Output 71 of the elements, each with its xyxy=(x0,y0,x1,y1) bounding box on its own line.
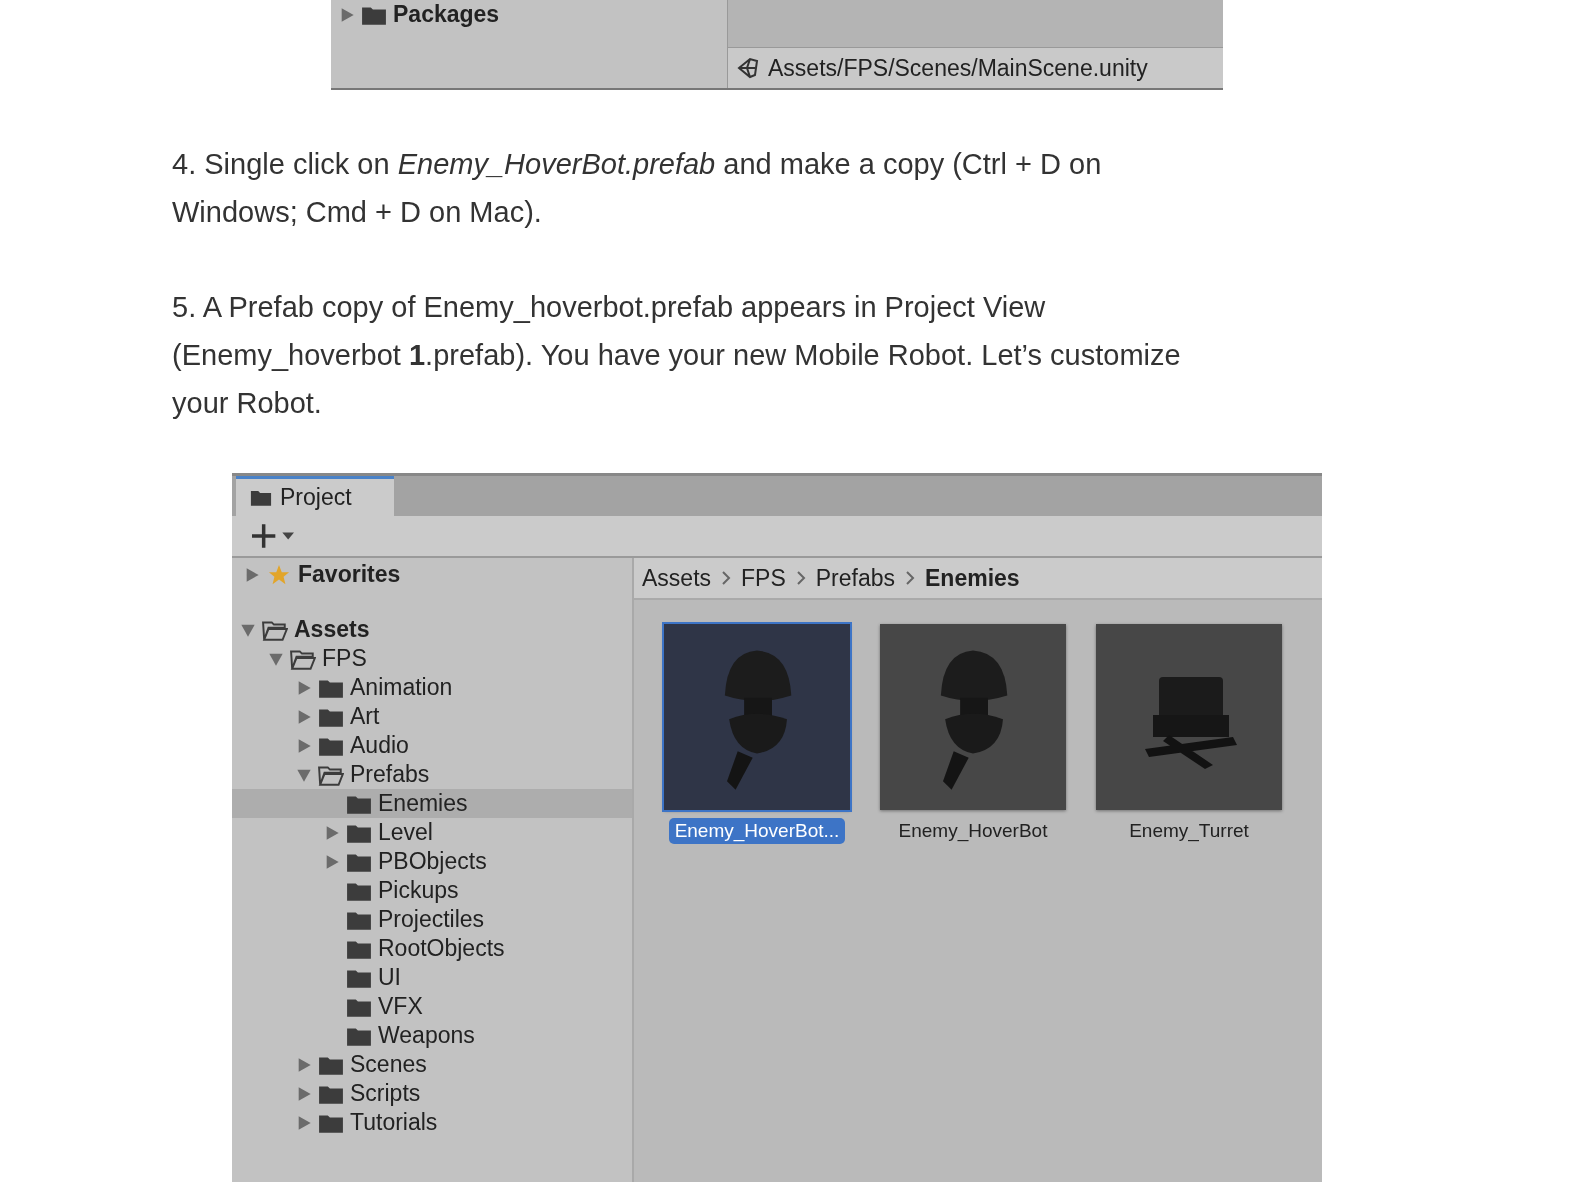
breadcrumb-link[interactable]: Enemies xyxy=(925,564,1020,592)
project-tab[interactable]: Project xyxy=(236,476,394,516)
tree-label: RootObjects xyxy=(378,935,505,962)
tree-label: Pickups xyxy=(378,877,459,904)
expand-arrow-icon[interactable] xyxy=(296,737,312,754)
tree-label: Animation xyxy=(350,674,453,701)
asset-thumbnail[interactable] xyxy=(1096,624,1282,810)
tree-item[interactable]: Scenes xyxy=(232,1050,632,1079)
tree-item[interactable]: RootObjects xyxy=(232,934,632,963)
favorites-item[interactable]: Favorites xyxy=(232,560,632,589)
tree-label: UI xyxy=(378,964,401,991)
expand-arrow-icon[interactable] xyxy=(324,853,340,870)
open-folder-icon xyxy=(290,647,316,670)
asset-name: Enemy_Turret xyxy=(1128,819,1250,844)
tree-label: Tutorials xyxy=(350,1109,438,1136)
expand-arrow-icon[interactable] xyxy=(324,824,340,841)
expand-arrow-icon[interactable] xyxy=(296,1056,312,1073)
chevron-right-icon xyxy=(721,570,732,586)
expand-arrow-icon[interactable] xyxy=(244,566,260,583)
tree-label: Packages xyxy=(393,1,500,28)
asset-thumbnail[interactable] xyxy=(664,624,850,810)
tree-item[interactable]: PBObjects xyxy=(232,847,632,876)
asset-name: Enemy_HoverBot... xyxy=(668,818,846,844)
tree-label: Scripts xyxy=(350,1080,421,1107)
tree-item[interactable]: Art xyxy=(232,702,632,731)
tree-item[interactable]: VFX xyxy=(232,992,632,1021)
tree-item[interactable]: FPS xyxy=(232,644,632,673)
asset-name: Enemy_HoverBot xyxy=(897,819,1049,844)
chevron-right-icon xyxy=(795,570,806,586)
tree-label: Level xyxy=(378,819,433,846)
expand-arrow-icon[interactable] xyxy=(296,1114,312,1131)
tree-item[interactable]: Pickups xyxy=(232,876,632,905)
tree-label: FPS xyxy=(322,645,367,672)
open-folder-icon xyxy=(318,763,344,786)
tree-label: Prefabs xyxy=(350,761,430,788)
tree-label: Weapons xyxy=(378,1022,475,1049)
tree-item[interactable]: Projectiles xyxy=(232,905,632,934)
asset-thumbnail[interactable] xyxy=(880,624,1066,810)
tree-label: Scenes xyxy=(350,1051,427,1078)
expand-arrow-icon[interactable] xyxy=(296,708,312,725)
chevron-right-icon xyxy=(905,570,916,586)
tree-item[interactable]: Scripts xyxy=(232,1079,632,1108)
tree-label: Enemies xyxy=(378,790,468,817)
tree-item[interactable]: Enemies xyxy=(232,789,632,818)
expand-arrow-icon[interactable] xyxy=(296,679,312,696)
tree-item[interactable]: Level xyxy=(232,818,632,847)
folder-icon xyxy=(250,488,272,507)
star-icon xyxy=(266,563,292,586)
tree-item[interactable]: Weapons xyxy=(232,1021,632,1050)
tree-item[interactable]: Audio xyxy=(232,731,632,760)
open-folder-icon xyxy=(262,618,288,641)
tree-label: PBObjects xyxy=(378,848,487,875)
expand-arrow-icon[interactable] xyxy=(339,6,355,23)
tree-item[interactable]: UI xyxy=(232,963,632,992)
tree-label: Audio xyxy=(350,732,409,759)
breadcrumb-link[interactable]: Assets xyxy=(642,564,712,592)
instruction-text: 4. Single click on Enemy_HoverBot.prefab and make a copy (Ctrl + D on Windows; Cmd + D on Mac). xyxy=(172,147,1103,230)
tree-item[interactable]: Animation xyxy=(232,673,632,702)
breadcrumb-link[interactable]: Prefabs xyxy=(815,564,896,592)
scene-path: Assets/FPS/Scenes/MainScene.unity xyxy=(768,54,1148,82)
cube-outline-icon xyxy=(736,56,760,80)
tree-label: VFX xyxy=(378,993,423,1020)
tree-item[interactable]: Tutorials xyxy=(232,1108,632,1137)
instruction-text: 5. A Prefab copy of Enemy_hoverbot.prefab appears in Project View (Enemy_hoverbot 1.prefab). You have your new Mobile Robot. Let’s customize your Robot. xyxy=(172,290,1182,421)
tree-item[interactable]: Prefabs xyxy=(232,760,632,789)
tree-label: Projectiles xyxy=(378,906,485,933)
tree-label: Art xyxy=(350,703,380,730)
tree-label: Assets xyxy=(294,616,370,643)
tree-item[interactable]: Assets xyxy=(232,615,632,644)
breadcrumb-link[interactable]: FPS xyxy=(741,564,786,592)
expand-arrow-icon[interactable] xyxy=(296,1085,312,1102)
